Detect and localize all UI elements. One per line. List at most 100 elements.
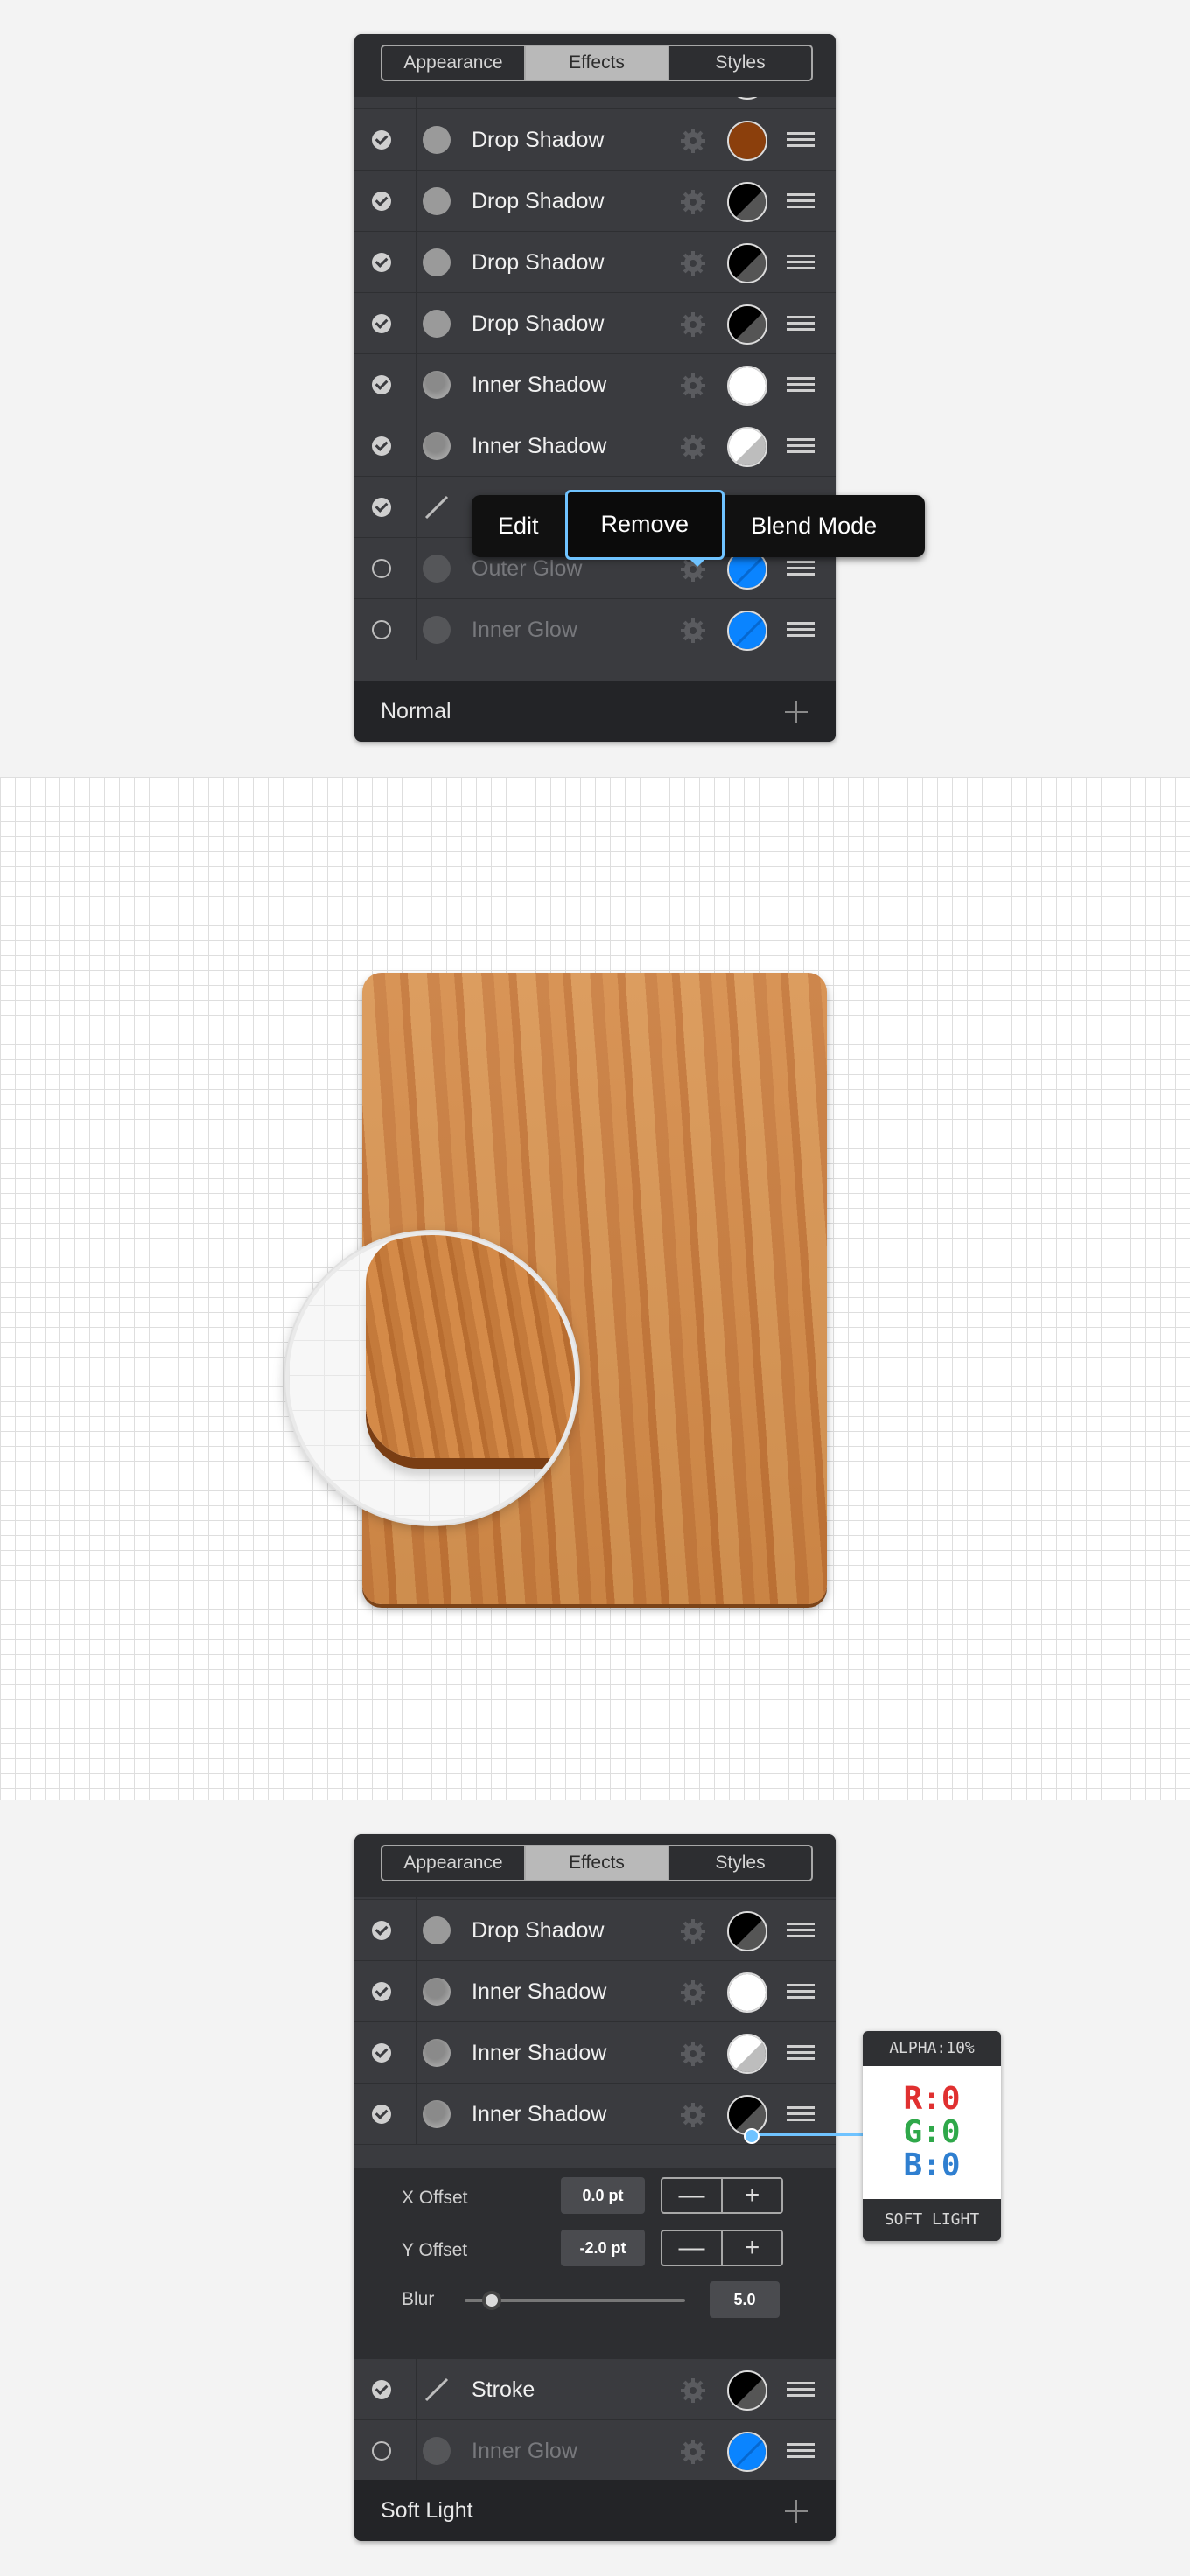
gear-icon[interactable] bbox=[680, 2041, 706, 2067]
enable-checkbox[interactable] bbox=[372, 559, 391, 578]
gear-icon[interactable] bbox=[680, 434, 706, 460]
gear-icon[interactable] bbox=[680, 250, 706, 276]
segmented-tabs: Appearance Effects Styles bbox=[381, 45, 813, 81]
color-swatch[interactable] bbox=[727, 427, 767, 467]
enable-checkbox[interactable] bbox=[372, 620, 391, 639]
dot-icon bbox=[423, 310, 451, 338]
drag-handle-icon[interactable] bbox=[787, 2443, 815, 2459]
dot-icon bbox=[423, 616, 451, 644]
effects-panel-bottom: Appearance Effects Styles Drop ShadowDro… bbox=[354, 1834, 836, 2541]
color-swatch[interactable] bbox=[727, 243, 767, 283]
color-swatch[interactable] bbox=[727, 2370, 767, 2411]
enable-checkbox[interactable] bbox=[372, 192, 391, 211]
dot-icon bbox=[423, 2039, 451, 2067]
x-offset-increment[interactable]: + bbox=[723, 2179, 781, 2212]
enable-checkbox[interactable] bbox=[372, 2105, 391, 2124]
gear-icon[interactable] bbox=[680, 128, 706, 154]
drag-handle-icon[interactable] bbox=[787, 1923, 815, 1938]
gear-icon[interactable] bbox=[680, 373, 706, 399]
color-swatch[interactable] bbox=[727, 1972, 767, 2013]
enable-checkbox[interactable] bbox=[372, 2441, 391, 2461]
effect-row[interactable]: Inner Shadow bbox=[354, 1961, 836, 2022]
gear-icon[interactable] bbox=[680, 1918, 706, 1944]
y-offset-decrement[interactable]: — bbox=[662, 2231, 723, 2265]
color-swatch[interactable] bbox=[727, 2034, 767, 2074]
enable-checkbox[interactable] bbox=[372, 253, 391, 272]
drag-handle-icon[interactable] bbox=[787, 561, 815, 576]
drag-handle-icon[interactable] bbox=[787, 1984, 815, 2000]
color-swatch[interactable] bbox=[727, 366, 767, 406]
panel-footer: Soft Light bbox=[354, 2480, 836, 2541]
tab-styles[interactable]: Styles bbox=[669, 46, 811, 80]
effect-row[interactable]: Drop Shadow bbox=[354, 293, 836, 354]
add-effect-icon[interactable] bbox=[783, 699, 809, 725]
drag-handle-icon[interactable] bbox=[787, 2106, 815, 2122]
drag-handle-icon[interactable] bbox=[787, 622, 815, 638]
blur-slider-thumb[interactable] bbox=[482, 2291, 501, 2310]
color-swatch[interactable] bbox=[727, 2432, 767, 2472]
tab-bar: Appearance Effects Styles bbox=[354, 1834, 836, 1897]
effect-row[interactable]: Inner Glow bbox=[354, 2420, 836, 2482]
x-offset-decrement[interactable]: — bbox=[662, 2179, 723, 2212]
dot-icon bbox=[423, 187, 451, 215]
effect-row[interactable]: Drop Shadow bbox=[354, 109, 836, 171]
enable-checkbox[interactable] bbox=[372, 436, 391, 456]
drag-handle-icon[interactable] bbox=[787, 438, 815, 454]
effect-label: Inner Shadow bbox=[472, 1979, 607, 2004]
x-offset-field[interactable]: 0.0 pt bbox=[561, 2177, 645, 2214]
tab-effects[interactable]: Effects bbox=[526, 1846, 669, 1880]
blur-field[interactable]: 5.0 bbox=[710, 2281, 780, 2318]
blend-mode-label[interactable]: Normal bbox=[381, 681, 452, 742]
effect-row[interactable]: Drop Shadow bbox=[354, 232, 836, 293]
context-edit[interactable]: Edit bbox=[472, 495, 565, 557]
context-pointer bbox=[688, 557, 707, 567]
drag-handle-icon[interactable] bbox=[787, 377, 815, 393]
color-swatch[interactable] bbox=[727, 121, 767, 161]
drag-handle-icon[interactable] bbox=[787, 132, 815, 148]
y-offset-increment[interactable]: + bbox=[723, 2231, 781, 2265]
gear-icon[interactable] bbox=[680, 2102, 706, 2128]
tab-appearance[interactable]: Appearance bbox=[382, 1846, 526, 1880]
rgb-values: R:0 G:0 B:0 bbox=[863, 2066, 1001, 2199]
context-remove[interactable]: Remove bbox=[564, 489, 725, 560]
color-swatch[interactable] bbox=[727, 304, 767, 345]
enable-checkbox[interactable] bbox=[372, 2380, 391, 2399]
effect-row[interactable]: Inner Glow bbox=[354, 599, 836, 660]
effect-label: Inner Shadow bbox=[472, 2041, 607, 2065]
effect-row[interactable]: Inner Shadow bbox=[354, 2022, 836, 2084]
tab-styles[interactable]: Styles bbox=[669, 1846, 811, 1880]
blend-mode-label[interactable]: Soft Light bbox=[381, 2480, 473, 2541]
context-blend-mode[interactable]: Blend Mode bbox=[724, 495, 903, 557]
color-swatch[interactable] bbox=[727, 1911, 767, 1951]
drag-handle-icon[interactable] bbox=[787, 2045, 815, 2061]
color-swatch[interactable] bbox=[727, 182, 767, 222]
effect-row[interactable]: Inner Shadow bbox=[354, 415, 836, 477]
enable-checkbox[interactable] bbox=[372, 2043, 391, 2063]
effect-row[interactable]: Stroke bbox=[354, 2359, 836, 2420]
gear-icon[interactable] bbox=[680, 1979, 706, 2006]
drag-handle-icon[interactable] bbox=[787, 316, 815, 332]
enable-checkbox[interactable] bbox=[372, 314, 391, 333]
tab-appearance[interactable]: Appearance bbox=[382, 46, 526, 80]
tab-effects[interactable]: Effects bbox=[526, 46, 669, 80]
gear-icon[interactable] bbox=[680, 2377, 706, 2404]
drag-handle-icon[interactable] bbox=[787, 255, 815, 270]
enable-checkbox[interactable] bbox=[372, 498, 391, 517]
gear-icon[interactable] bbox=[680, 189, 706, 215]
effect-row[interactable]: Drop Shadow bbox=[354, 171, 836, 232]
enable-checkbox[interactable] bbox=[372, 375, 391, 394]
gear-icon[interactable] bbox=[680, 311, 706, 338]
drag-handle-icon[interactable] bbox=[787, 193, 815, 209]
color-swatch[interactable] bbox=[727, 611, 767, 651]
enable-checkbox[interactable] bbox=[372, 1982, 391, 2001]
enable-checkbox[interactable] bbox=[372, 1921, 391, 1940]
y-offset-field[interactable]: -2.0 pt bbox=[561, 2230, 645, 2266]
add-effect-icon[interactable] bbox=[783, 2498, 809, 2524]
effect-row[interactable]: Drop Shadow bbox=[354, 1900, 836, 1961]
blur-label: Blur bbox=[402, 2289, 435, 2309]
effect-row[interactable]: Inner Shadow bbox=[354, 354, 836, 415]
gear-icon[interactable] bbox=[680, 2439, 706, 2465]
enable-checkbox[interactable] bbox=[372, 130, 391, 150]
gear-icon[interactable] bbox=[680, 618, 706, 644]
drag-handle-icon[interactable] bbox=[787, 2382, 815, 2398]
